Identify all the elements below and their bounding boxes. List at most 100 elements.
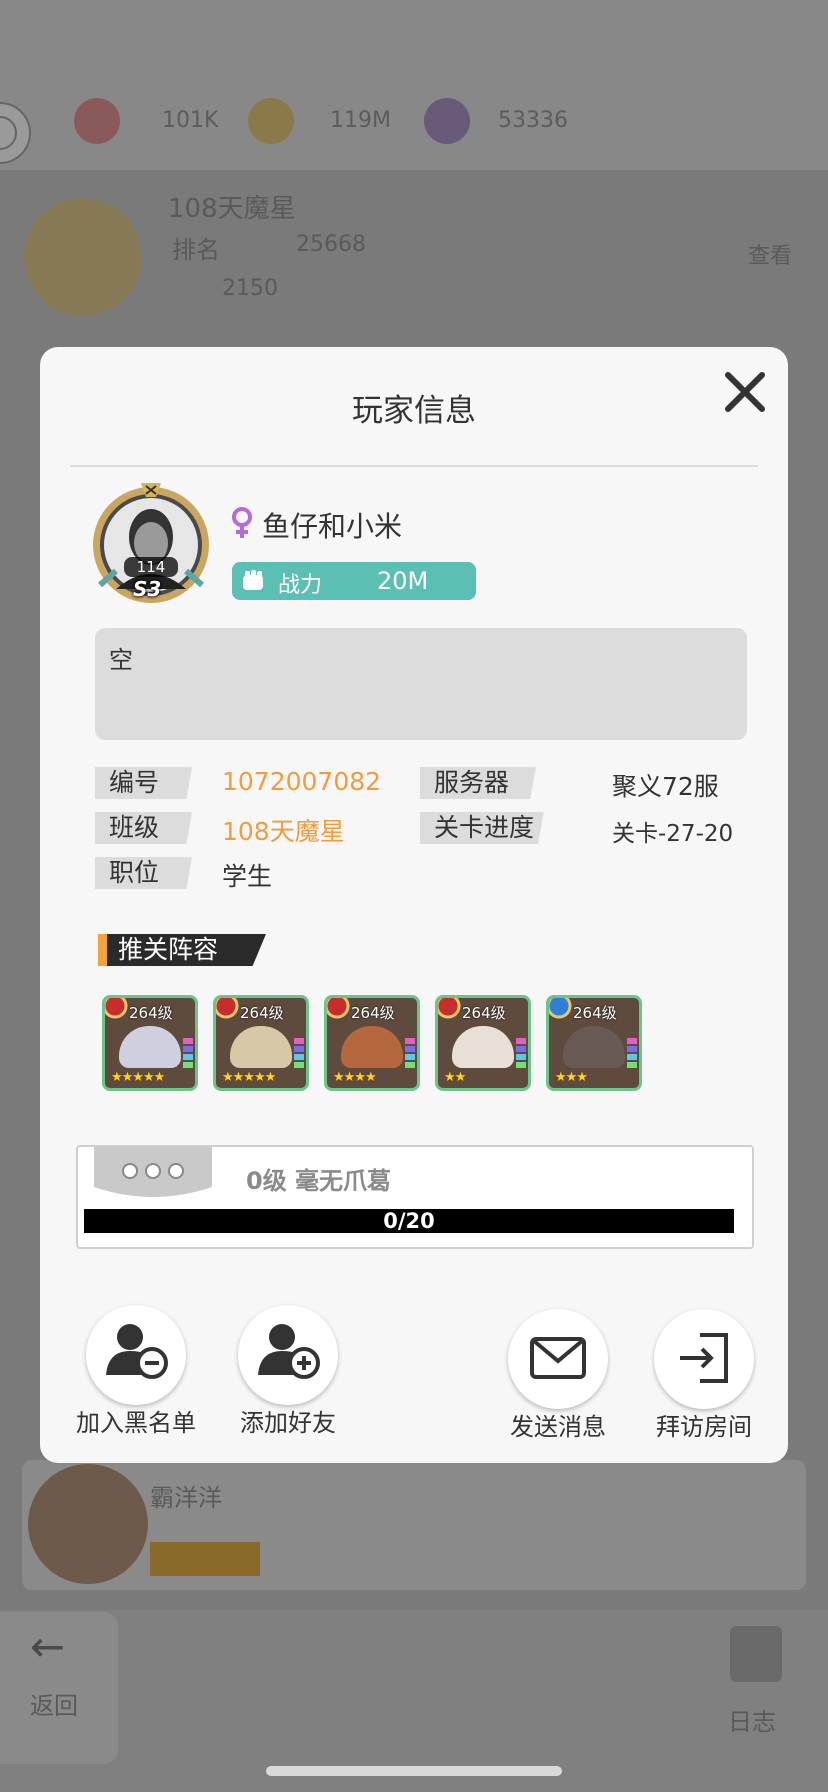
hero-stars: ★★★★★ — [222, 1070, 276, 1085]
server-label: 服务器 — [420, 767, 562, 799]
hero-card-2[interactable]: 264级 ★★★★★ — [213, 995, 309, 1091]
faction-badge-icon — [216, 998, 239, 1019]
hero-card-3[interactable]: 264级 ★★★★ — [324, 995, 420, 1091]
log-label: 日志 — [728, 1708, 776, 1736]
send-message-button[interactable] — [508, 1309, 608, 1409]
back-arrow-icon: ← — [30, 1622, 66, 1671]
energy-icon — [74, 98, 120, 144]
avatar-level: 114 — [124, 557, 178, 577]
hero-stat-bars — [183, 1038, 193, 1068]
hero-portrait — [563, 1026, 625, 1068]
guild-rank-label: 排名 — [172, 236, 220, 264]
hero-portrait — [119, 1026, 181, 1068]
user-add-icon — [258, 1324, 320, 1379]
mail-icon — [530, 1337, 586, 1379]
hero-portrait — [230, 1026, 292, 1068]
player-name: 鱼仔和小米 — [262, 510, 403, 543]
bottom-bar: ← 返回 日志 — [0, 1610, 828, 1792]
title-divider — [70, 465, 758, 467]
modal-title: 玩家信息 — [352, 393, 476, 429]
power-badge: 战力 20M — [232, 562, 476, 600]
hero-card-5[interactable]: 264级 ★★★ — [546, 995, 642, 1091]
gem-value: 53336 — [498, 108, 568, 133]
position-value: 学生 — [222, 862, 273, 891]
player-info-modal: 玩家信息 114 S3 鱼仔和小米 战力 20M 空 编号 1072007082… — [40, 347, 788, 1463]
hero-stat-bars — [627, 1038, 637, 1068]
rank-label: 0级 毫无爪葛 — [246, 1167, 392, 1195]
send-message-label: 发送消息 — [510, 1413, 606, 1441]
class-label: 班级 — [95, 812, 213, 844]
home-indicator[interactable] — [266, 1766, 562, 1776]
blacklist-button[interactable] — [86, 1305, 186, 1405]
member-row[interactable]: 霸洋洋 — [22, 1460, 806, 1590]
hero-stat-bars — [516, 1038, 526, 1068]
hero-stat-bars — [405, 1038, 415, 1068]
player-avatar[interactable]: 114 S3 — [86, 477, 216, 607]
power-label: 战力 — [278, 573, 323, 598]
exp-progress-bar: 0/20 — [84, 1209, 734, 1233]
hero-stars: ★★★ — [555, 1070, 588, 1085]
log-book-icon — [730, 1626, 782, 1682]
add-friend-label: 添加好友 — [240, 1409, 336, 1437]
progress-label: 关卡进度 — [420, 812, 572, 844]
hero-portrait — [452, 1026, 514, 1068]
exp-progress-text: 0/20 — [383, 1209, 435, 1233]
faction-badge-icon — [327, 998, 350, 1019]
back-button[interactable]: ← 返回 — [0, 1612, 118, 1764]
avatar-vip: S3 — [133, 577, 162, 601]
power-value: 20M — [377, 567, 429, 595]
member-name: 霸洋洋 — [150, 1484, 222, 1512]
coin-value: 119M — [330, 108, 391, 133]
energy-value: 101K — [162, 108, 219, 133]
lineup-title-accent — [98, 934, 107, 966]
hero-stars: ★★★★★ — [111, 1070, 165, 1085]
hero-stars: ★★ — [444, 1070, 466, 1085]
hero-portrait — [341, 1026, 403, 1068]
faction-badge-icon — [105, 998, 128, 1019]
user-remove-icon — [106, 1324, 168, 1379]
view-button[interactable]: 查看 — [740, 200, 806, 270]
hero-card-1[interactable]: 264级 ★★★★★ — [102, 995, 198, 1091]
progress-value: 关卡-27-20 — [612, 821, 734, 847]
hero-level: 264级 — [462, 1004, 506, 1022]
member-avatar — [28, 1464, 148, 1584]
class-value[interactable]: 108天魔星 — [222, 812, 345, 848]
id-label: 编号 — [95, 767, 213, 799]
signature-text: 空 — [109, 646, 133, 674]
gem-icon — [424, 98, 470, 144]
faction-badge-icon — [549, 998, 572, 1019]
hero-level: 264级 — [129, 1004, 173, 1022]
hero-level: 264级 — [351, 1004, 395, 1022]
view-label: 查看 — [748, 244, 793, 269]
close-icon[interactable] — [720, 367, 770, 417]
visit-room-label: 拜访房间 — [656, 1413, 752, 1441]
add-friend-button[interactable] — [238, 1305, 338, 1405]
back-label: 返回 — [30, 1692, 78, 1720]
hero-level: 264级 — [573, 1004, 617, 1022]
hero-stat-bars — [294, 1038, 304, 1068]
position-label: 职位 — [95, 857, 213, 889]
hero-stars: ★★★★ — [333, 1070, 377, 1085]
id-value: 1072007082 — [222, 767, 382, 796]
hero-level: 264级 — [240, 1004, 284, 1022]
signature-box: 空 — [95, 628, 747, 740]
lineup-title: 推关阵容 — [98, 934, 266, 966]
visit-room-button[interactable] — [654, 1309, 754, 1409]
hero-card-4[interactable]: 264级 ★★ — [435, 995, 531, 1091]
top-bar: 101K 119M 53336 — [0, 0, 828, 170]
member-tag — [150, 1542, 260, 1576]
blacklist-label: 加入黑名单 — [76, 1409, 196, 1437]
guild-name: 108天魔星 — [168, 194, 296, 224]
faction-badge-icon — [438, 998, 461, 1019]
settings-flower-icon[interactable] — [0, 98, 34, 168]
rank-tag-icon — [94, 1147, 212, 1197]
door-enter-icon — [680, 1333, 728, 1383]
log-button[interactable]: 日志 — [712, 1626, 808, 1746]
fist-icon — [243, 570, 263, 590]
server-value: 聚义72服 — [612, 772, 719, 801]
rank-exp-card: 0级 毫无爪葛 0/20 — [76, 1145, 754, 1249]
guild-crest — [24, 198, 142, 316]
female-icon — [232, 507, 252, 538]
guild-score: 25668 — [296, 232, 366, 257]
guild-badge: 2150 — [222, 276, 278, 301]
